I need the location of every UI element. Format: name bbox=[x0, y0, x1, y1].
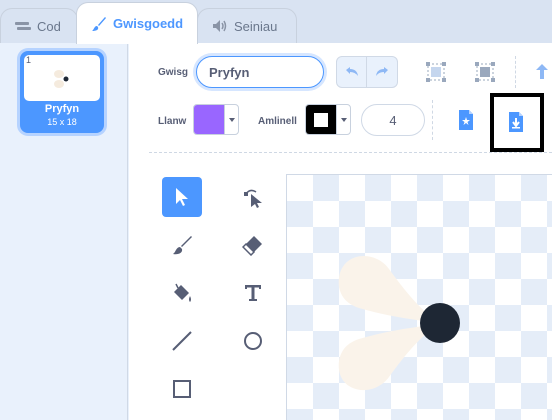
tab-costumes-label: Gwisgoedd bbox=[113, 16, 184, 31]
drawing-canvas[interactable] bbox=[286, 174, 552, 420]
copy-button[interactable] bbox=[451, 105, 481, 135]
eraser-icon bbox=[242, 236, 262, 256]
brush-tool[interactable] bbox=[162, 225, 202, 265]
select-tool[interactable] bbox=[162, 177, 202, 217]
line-tool[interactable] bbox=[162, 321, 202, 361]
costume-thumbnail bbox=[24, 55, 100, 101]
circle-icon bbox=[244, 332, 262, 350]
costume-name-input[interactable] bbox=[196, 56, 324, 88]
toolbar-divider bbox=[515, 56, 516, 88]
tab-code-label: Cod bbox=[37, 18, 61, 34]
undo-button[interactable] bbox=[336, 56, 367, 88]
reshape-tool[interactable] bbox=[233, 177, 273, 217]
highlight-box bbox=[490, 93, 544, 152]
text-tool[interactable] bbox=[233, 273, 273, 313]
forward-button[interactable] bbox=[532, 57, 552, 87]
costume-tile[interactable]: 1 Pryfyn 15 x 18 bbox=[20, 51, 104, 133]
chevron-down-icon bbox=[224, 105, 238, 134]
costume-name: Pryfyn bbox=[44, 103, 80, 115]
tab-code[interactable]: Cod bbox=[0, 8, 78, 43]
arrow-up-icon bbox=[536, 64, 548, 79]
chevron-down-icon bbox=[336, 105, 350, 134]
circle-tool[interactable] bbox=[233, 321, 273, 361]
paint-editor: Gwisg Llanw Amli bbox=[129, 43, 552, 420]
fill-label: Llanw bbox=[158, 116, 187, 127]
tab-sounds[interactable]: Seiniau bbox=[197, 8, 297, 43]
paint-bucket-icon bbox=[174, 283, 191, 302]
fill-color-swatch bbox=[194, 105, 224, 134]
eraser-tool[interactable] bbox=[233, 225, 273, 265]
rectangle-icon bbox=[173, 380, 191, 398]
brush-icon bbox=[173, 236, 192, 255]
redo-button[interactable] bbox=[367, 56, 398, 88]
outline-label: Amlinell bbox=[258, 116, 297, 127]
brush-icon bbox=[91, 16, 107, 32]
ungroup-icon bbox=[475, 62, 495, 82]
costume-list: 1 Pryfyn 15 x 18 bbox=[0, 43, 128, 420]
ungroup-button[interactable] bbox=[470, 57, 500, 87]
group-icon bbox=[426, 62, 446, 82]
costume-size: 15 x 18 bbox=[47, 117, 77, 127]
toolbar-divider bbox=[432, 100, 433, 140]
rectangle-tool[interactable] bbox=[162, 369, 202, 409]
arrow-cursor-icon bbox=[176, 188, 188, 206]
costume-name-label: Gwisg bbox=[158, 67, 189, 78]
undo-icon bbox=[345, 67, 358, 76]
toolbar-separator bbox=[149, 152, 552, 153]
costume-drawing bbox=[338, 256, 460, 391]
code-icon bbox=[15, 18, 31, 34]
tab-costumes[interactable]: Gwisgoedd bbox=[76, 2, 198, 44]
redo-icon bbox=[376, 67, 388, 76]
fill-color-picker[interactable] bbox=[193, 104, 239, 135]
outline-color-swatch bbox=[306, 105, 336, 134]
copy-icon bbox=[459, 110, 473, 130]
text-icon bbox=[245, 285, 261, 301]
speaker-icon bbox=[212, 18, 228, 34]
line-icon bbox=[172, 331, 192, 351]
costume-number: 1 bbox=[26, 55, 32, 65]
fill-tool[interactable] bbox=[162, 273, 202, 313]
tab-sounds-label: Seiniau bbox=[234, 18, 278, 34]
group-button[interactable] bbox=[421, 57, 451, 87]
tab-bar: Cod Gwisgoedd Seiniau bbox=[0, 0, 552, 44]
reshape-icon bbox=[244, 189, 262, 208]
outline-width-input[interactable] bbox=[361, 104, 425, 136]
outline-color-picker[interactable] bbox=[305, 104, 351, 135]
undo-redo-group bbox=[336, 56, 398, 88]
